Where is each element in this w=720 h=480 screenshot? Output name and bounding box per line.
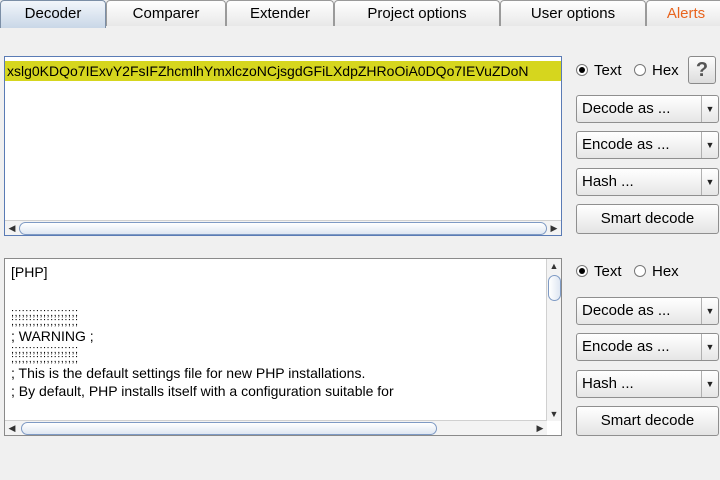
help-icon[interactable]: ? xyxy=(688,56,716,84)
encode-as-dropdown[interactable]: Encode as ... ▼ xyxy=(576,131,719,159)
selected-text-line[interactable]: xslg0KDQo7IExvY2FsIFZhcmlhYmxlczoNCjsgdG… xyxy=(5,61,561,81)
text-line: ;;;;;;;;;;;;;;;;;;; xyxy=(11,352,79,365)
decode-as-label: Decode as ... xyxy=(582,302,671,319)
tab-comparer[interactable]: Comparer xyxy=(106,0,226,26)
tab-decoder[interactable]: Decoder xyxy=(0,0,106,28)
chevron-down-icon[interactable]: ▼ xyxy=(701,169,718,195)
mode-hex-option[interactable]: Hex xyxy=(634,60,684,82)
chevron-down-icon[interactable]: ▼ xyxy=(701,334,718,360)
vertical-scrollbar[interactable]: ▲ ▼ xyxy=(546,259,561,421)
encode-as-dropdown[interactable]: Encode as ... ▼ xyxy=(576,333,719,361)
scroll-thumb[interactable] xyxy=(19,222,547,235)
text-line: ;;;;;;;;;;;;;;;;;;; xyxy=(11,307,79,319)
decoder-output-editor[interactable]: [PHP] ;;;;;;;;;;;;;;;;;;; ;;;;;;;;;;;;;;… xyxy=(4,258,562,436)
radio-text[interactable] xyxy=(576,265,588,277)
smart-decode-button[interactable]: Smart decode xyxy=(576,204,719,234)
scroll-thumb[interactable] xyxy=(21,422,437,435)
scroll-left-icon[interactable]: ◀ xyxy=(5,221,19,235)
radio-text[interactable] xyxy=(576,64,588,76)
text-line: ; WARNING ; xyxy=(11,328,94,344)
chevron-down-icon[interactable]: ▼ xyxy=(701,96,718,122)
decode-as-dropdown[interactable]: Decode as ... ▼ xyxy=(576,95,719,123)
radio-text-label: Text xyxy=(594,263,622,280)
hash-dropdown[interactable]: Hash ... ▼ xyxy=(576,370,719,398)
scroll-thumb[interactable] xyxy=(548,275,561,301)
scroll-down-icon[interactable]: ▼ xyxy=(547,407,561,421)
smart-decode-button[interactable]: Smart decode xyxy=(576,406,719,436)
mode-hex-option[interactable]: Hex xyxy=(634,261,684,283)
scroll-right-icon[interactable]: ▶ xyxy=(533,421,547,435)
text-line: [PHP] xyxy=(11,264,48,280)
radio-text-label: Text xyxy=(594,62,622,79)
horizontal-scrollbar[interactable]: ◀ ▶ xyxy=(5,420,547,435)
tab-extender[interactable]: Extender xyxy=(226,0,334,26)
text-line xyxy=(11,282,527,301)
scroll-up-icon[interactable]: ▲ xyxy=(547,259,561,273)
text-line: ;;;;;;;;;;;;;;;;;;; xyxy=(11,343,79,356)
radio-hex[interactable] xyxy=(634,265,646,277)
text-line: ; This is the default settings file for … xyxy=(11,364,366,381)
editor-content[interactable]: xslg0KDQo7IExvY2FsIFZhcmlhYmxlczoNCjsgdG… xyxy=(5,57,561,221)
decode-as-dropdown[interactable]: Decode as ... ▼ xyxy=(576,297,719,325)
editor-content[interactable]: [PHP] ;;;;;;;;;;;;;;;;;;; ;;;;;;;;;;;;;;… xyxy=(5,259,547,421)
encode-as-label: Encode as ... xyxy=(582,136,670,153)
chevron-down-icon[interactable]: ▼ xyxy=(701,132,718,158)
scroll-left-icon[interactable]: ◀ xyxy=(5,421,19,435)
hash-label: Hash ... xyxy=(582,173,634,190)
text-line: ; By default, PHP installs itself with a… xyxy=(11,383,394,399)
chevron-down-icon[interactable]: ▼ xyxy=(701,298,718,324)
tab-user-options[interactable]: User options xyxy=(500,0,646,26)
horizontal-scrollbar[interactable]: ◀ ▶ xyxy=(5,220,561,235)
mode-text-option[interactable]: Text xyxy=(576,261,636,283)
scroll-right-icon[interactable]: ▶ xyxy=(547,221,561,235)
radio-hex-label: Hex xyxy=(652,263,679,280)
encode-as-label: Encode as ... xyxy=(582,338,670,355)
decoder-input-editor[interactable]: xslg0KDQo7IExvY2FsIFZhcmlhYmxlczoNCjsgdG… xyxy=(4,56,562,236)
tab-bar: Decoder Comparer Extender Project option… xyxy=(0,0,720,28)
radio-hex[interactable] xyxy=(634,64,646,76)
tab-project-options[interactable]: Project options xyxy=(334,0,500,26)
decode-as-label: Decode as ... xyxy=(582,100,671,117)
hash-dropdown[interactable]: Hash ... ▼ xyxy=(576,168,719,196)
chevron-down-icon[interactable]: ▼ xyxy=(701,371,718,397)
text-content[interactable]: [PHP] ;;;;;;;;;;;;;;;;;;; ;;;;;;;;;;;;;;… xyxy=(11,263,527,401)
tab-alerts[interactable]: Alerts xyxy=(646,0,720,26)
hash-label: Hash ... xyxy=(582,375,634,392)
text-line: ;;;;;;;;;;;;;;;;;;; xyxy=(11,316,79,328)
radio-hex-label: Hex xyxy=(652,62,679,79)
